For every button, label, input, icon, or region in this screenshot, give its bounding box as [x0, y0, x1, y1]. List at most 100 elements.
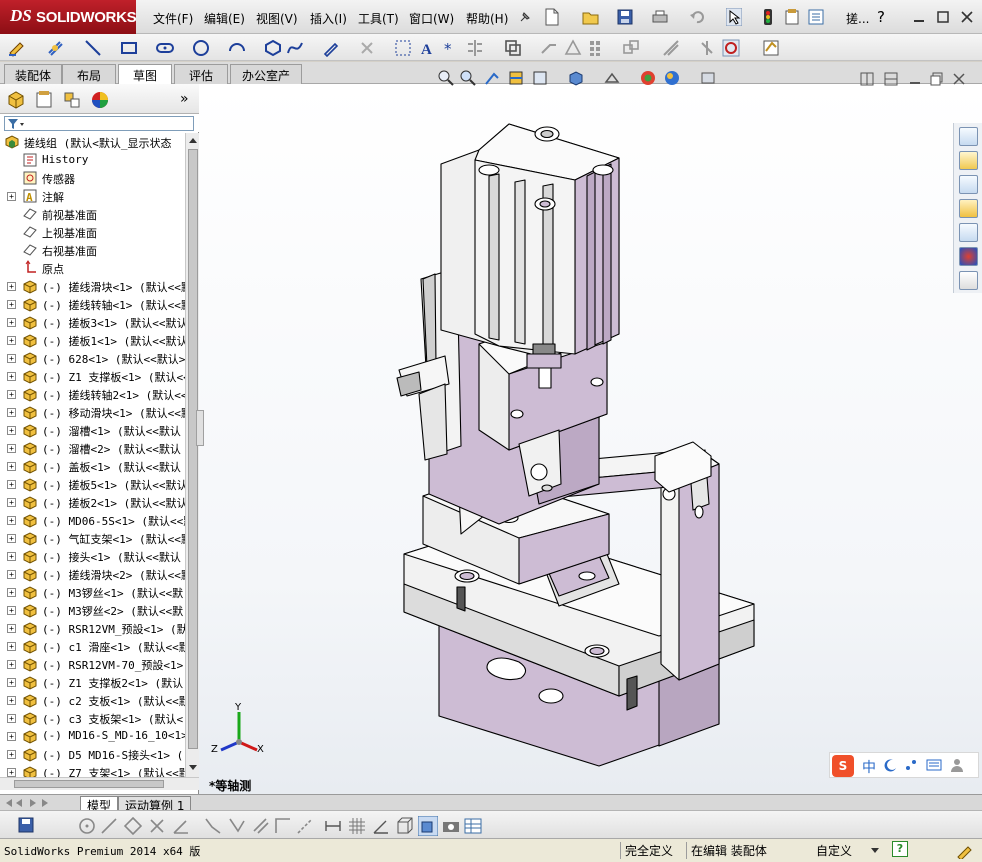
bottom-save-icon[interactable] [18, 817, 36, 833]
quick-snaps-icon[interactable] [698, 39, 716, 57]
tree-item-component[interactable]: + (-) 搓线滑块<2> (默认<<默 [0, 565, 186, 583]
menu-edit[interactable]: 编辑(E) [204, 10, 245, 27]
bottom-box-icon[interactable] [396, 817, 414, 835]
ime-punctuation-icon[interactable] [904, 758, 918, 772]
expand-toggle-icon[interactable]: + [7, 606, 16, 615]
line-icon[interactable] [84, 39, 102, 57]
expand-toggle-icon[interactable]: + [7, 552, 16, 561]
tree-item-component[interactable]: + (-) 溜槽<1> (默认<<默认 [0, 421, 186, 439]
ime-toolbar[interactable]: S 中 [829, 752, 979, 778]
tree-item-component[interactable]: + (-) 移动滑块<1> (默认<<默 [0, 403, 186, 421]
trim-icon[interactable] [358, 39, 376, 57]
smart-dimension-icon[interactable] [46, 39, 64, 57]
expand-toggle-icon[interactable]: + [7, 696, 16, 705]
bottom-polygon-icon[interactable] [124, 817, 142, 835]
save-icon[interactable] [617, 9, 633, 25]
zoom-to-fit-icon[interactable] [438, 70, 454, 86]
bottom-camera-icon[interactable] [442, 817, 460, 835]
link-views-icon[interactable] [884, 72, 898, 86]
expand-toggle-icon[interactable]: + [7, 534, 16, 543]
rebuild-pencil-icon[interactable] [956, 843, 974, 859]
tree-item-component[interactable]: + (-) RSR12VM-70_预設<1> [0, 655, 186, 673]
tree-vertical-scrollbar[interactable] [185, 133, 199, 777]
home-icon[interactable] [959, 151, 978, 170]
filter-funnel-icon[interactable] [7, 118, 25, 130]
rebuild-traffic-light-icon[interactable] [762, 8, 774, 26]
tree-item-component[interactable]: + (-) RSR12VM_预設<1> (默 [0, 619, 186, 637]
tree-item-component[interactable]: + (-) Z1 支撑板<1> (默认<< [0, 367, 186, 385]
tree-item[interactable]: 右视基准面 [0, 241, 186, 259]
tree-item[interactable]: 传感器 [0, 169, 186, 187]
bottom-angle-icon[interactable] [172, 817, 190, 835]
expand-toggle-icon[interactable]: + [7, 318, 16, 327]
bottom-3d-sketch-icon[interactable] [418, 816, 438, 836]
expand-toggle-icon[interactable]: + [7, 750, 16, 759]
options-icon[interactable] [808, 9, 824, 25]
bottom-chamfer-icon[interactable] [228, 817, 246, 835]
appearances-icon[interactable] [959, 247, 978, 266]
previous-view-icon[interactable] [484, 70, 500, 86]
view-orientation-icon[interactable] [568, 70, 584, 86]
edit-appearance-icon[interactable] [640, 70, 656, 86]
tab-evaluate[interactable]: 评估 [174, 64, 228, 84]
point-icon[interactable]: * [444, 40, 452, 58]
graphics-restore-icon[interactable] [930, 72, 944, 86]
tree-item-component[interactable]: + (-) 628<1> (默认<<默认> [0, 349, 186, 367]
expand-toggle-icon[interactable]: + [7, 336, 16, 345]
menu-insert[interactable]: 插入(I) [310, 10, 347, 27]
help-question-icon[interactable]: ? [877, 8, 885, 26]
units-dropdown-icon[interactable] [870, 847, 880, 855]
expand-toggle-icon[interactable]: + [7, 408, 16, 417]
tree-item-component[interactable]: + (-) c3 支板架<1> (默认< [0, 709, 186, 727]
ime-moon-icon[interactable] [884, 758, 898, 772]
pin-icon[interactable] [518, 10, 532, 24]
open-folder-icon[interactable] [582, 9, 600, 25]
file-explorer-icon[interactable] [959, 199, 978, 218]
bottom-extend-icon[interactable] [252, 817, 270, 835]
expand-toggle-icon[interactable]: + [7, 480, 16, 489]
tree-item-component[interactable]: + (-) c1 滑座<1> (默认<<默 [0, 637, 186, 655]
tree-item[interactable]: 原点 [0, 259, 186, 277]
select-arrow-icon[interactable] [726, 8, 742, 26]
spline-icon[interactable] [286, 39, 304, 57]
tree-item-component[interactable]: + (-) MD16-S_MD-16_10<1> [0, 727, 186, 745]
tree-item-component[interactable]: + (-) Z1 支撑板2<1> (默认 [0, 673, 186, 691]
expand-toggle-icon[interactable]: + [7, 768, 16, 777]
bottom-dimension-icon[interactable] [324, 817, 342, 835]
tree-item-component[interactable]: + (-) 搓板3<1> (默认<<默认 [0, 313, 186, 331]
menu-view[interactable]: 视图(V) [256, 10, 298, 27]
expand-toggle-icon[interactable]: + [7, 660, 16, 669]
block-icon[interactable] [622, 39, 640, 57]
edit-sketch-icon[interactable] [322, 39, 340, 57]
apply-scene-icon[interactable] [664, 70, 680, 86]
property-manager-icon[interactable] [34, 90, 54, 110]
zoom-to-area-icon[interactable] [460, 70, 476, 86]
tree-item-component[interactable]: + (-) 溜槽<2> (默认<<默认 [0, 439, 186, 457]
minimize-icon[interactable] [912, 10, 926, 24]
tab-layout[interactable]: 布局 [62, 64, 116, 84]
bottom-angle-dim-icon[interactable] [372, 817, 390, 835]
rectangle-icon[interactable] [120, 39, 138, 57]
expand-toggle-icon[interactable]: + [7, 282, 16, 291]
tree-item-component[interactable]: + (-) 搓线滑块<1> (默认<<默 [0, 277, 186, 295]
file-properties-icon[interactable] [784, 9, 800, 25]
expand-toggle-icon[interactable]: + [7, 372, 16, 381]
rapid-sketch-icon[interactable] [722, 39, 740, 57]
tab-office-products[interactable]: 办公室产品 [230, 64, 302, 100]
solidworks-resources-icon[interactable] [959, 127, 978, 146]
expand-toggle-icon[interactable]: + [7, 570, 16, 579]
tree-hscroll-thumb[interactable] [14, 780, 164, 788]
tree-item-component[interactable]: + (-) 搓线转轴<1> (默认<<默 [0, 295, 186, 313]
linear-pattern-icon[interactable] [588, 39, 606, 57]
bottom-grid-icon[interactable] [348, 817, 366, 835]
expand-toggle-icon[interactable]: + [7, 732, 16, 741]
design-library-icon[interactable] [959, 175, 978, 194]
tree-item-component[interactable]: + (-) c2 支板<1> (默认<<默 [0, 691, 186, 709]
menu-tools[interactable]: 工具(T) [358, 10, 399, 27]
graphics-minimize-icon[interactable] [908, 72, 922, 86]
expand-toggle-icon[interactable]: + [7, 192, 16, 201]
circle-icon[interactable] [192, 39, 210, 57]
tree-item-component[interactable]: + (-) 气缸支架<1> (默认<<默 [0, 529, 186, 547]
offset-entities-icon[interactable] [504, 39, 522, 57]
configuration-manager-icon[interactable] [62, 90, 82, 110]
